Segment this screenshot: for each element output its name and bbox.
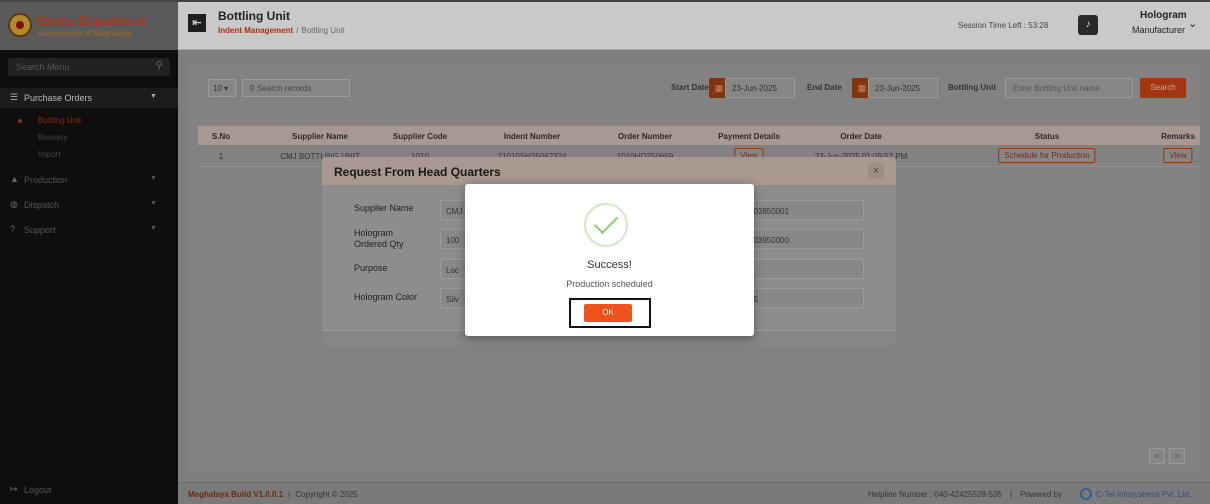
triangle-icon: ▲ (10, 174, 19, 184)
success-dialog: Success! Production scheduled OK (465, 184, 754, 336)
sidebar-item-dispatch[interactable]: ◍ Dispatch ▼ (0, 195, 178, 215)
logout-icon: ↦ (10, 484, 18, 494)
notification-bell-icon[interactable]: ♪ (1078, 15, 1098, 35)
brand-title: Excise Department (38, 14, 147, 28)
chevron-down-icon: ▼ (150, 200, 157, 207)
footer: Meghalaya Build V1.0.0.1 | Copyright © 202… (178, 482, 1210, 504)
column-header: Payment Details (718, 132, 780, 141)
session-timer: Session Time Left : 53:28 (958, 21, 1049, 30)
list-icon: ☰ (10, 92, 19, 102)
close-icon[interactable]: × (868, 163, 884, 179)
footer-separator: | (1010, 490, 1013, 499)
column-header: Supplier Code (392, 132, 448, 141)
pagination-next-button[interactable]: > (1169, 448, 1185, 464)
footer-separator: | (288, 490, 291, 499)
chevron-down-icon: ▼ (150, 93, 157, 100)
active-bullet-icon (18, 119, 22, 123)
search-records-input[interactable]: ⚲ Search records (242, 79, 350, 97)
end-date-input[interactable]: 23-Jun-2025 (868, 78, 938, 98)
modal-header: Request From Head Quarters × (322, 157, 896, 185)
search-records-placeholder: Search records (257, 84, 312, 93)
field-label: Supplier Name (354, 203, 414, 213)
brand-block: Excise Department Government of Meghalay… (0, 2, 178, 50)
end-date-label: End Date (807, 83, 842, 92)
top-header: Excise Department Government of Meghalay… (0, 0, 1210, 50)
schedule-production-button[interactable]: Schedule for Production (998, 148, 1096, 163)
field-value: 003850001 (749, 207, 790, 216)
column-header: Status (1034, 132, 1060, 141)
sidebar-item-label: Purchase Orders (24, 93, 93, 103)
menu-search-input[interactable]: Search Menu ⚲ (8, 58, 170, 76)
search-icon: ⚲ (249, 84, 255, 93)
sidebar-item-label: Production (24, 175, 68, 185)
sidebar-item-purchase-orders[interactable]: ☰ Purchase Orders ▼ (0, 88, 178, 108)
remarks-view-button[interactable]: View (1163, 148, 1193, 163)
success-check-icon (584, 203, 628, 247)
powered-by-label: Powered by (1020, 490, 1063, 499)
breadcrumb-separator: / (296, 26, 299, 35)
logout-button[interactable]: ↦ Logout (0, 480, 178, 500)
bottling-unit-label: Bottling Unit (948, 83, 996, 92)
field-label: Hologram Ordered Qty (354, 228, 404, 249)
sidebar-item-support[interactable]: ? Support ▼ (0, 220, 178, 240)
build-info: Meghalaya Build V1.0.0.1 | Copyright © 202… (188, 490, 358, 499)
column-header: S.No (211, 132, 231, 141)
build-version: Meghalaya Build V1.0.0.1 (188, 490, 284, 499)
breadcrumb-bottling-unit: Bottling Unit (301, 26, 345, 35)
chevron-down-icon: ▼ (150, 225, 157, 232)
column-header: Remarks (1161, 132, 1195, 141)
check-mark-icon (593, 209, 619, 235)
cell-sno: 1 (218, 152, 224, 161)
copyright: Copyright © 2025 (295, 490, 358, 499)
dispatch-icon: ◍ (10, 199, 18, 209)
sidebar-subitem-brewery[interactable]: Brewery (38, 133, 67, 142)
sidebar-item-label: Dispatch (24, 200, 60, 210)
bottling-unit-input[interactable]: Enter Bottling Unit name (1005, 78, 1133, 98)
company-logo-icon (1080, 488, 1092, 500)
table-header: S.No Supplier Name Supplier Code Indent … (198, 125, 1200, 145)
user-role[interactable]: Manufacturer (1132, 25, 1185, 35)
sidebar-subitem-bottling-unit[interactable]: Bottling Unit (38, 116, 81, 125)
right-field: 4 (749, 259, 864, 279)
page-title: Bottling Unit (218, 9, 290, 23)
menu-toggle-icon[interactable]: ⇤ (188, 14, 206, 32)
search-icon: ⚲ (155, 60, 163, 71)
modal-title: Request From Head Quarters (334, 165, 501, 179)
sidebar-subitem-import[interactable]: Import (38, 150, 61, 159)
success-message: Production scheduled (566, 279, 653, 289)
company-link[interactable]: C-Tel Infosystems Pvt. Ltd. (1096, 490, 1191, 499)
success-title: Success! (587, 259, 632, 271)
menu-search-placeholder: Search Menu (16, 62, 70, 72)
breadcrumb: Indent Management / Bottling Unit (218, 26, 345, 35)
breadcrumb-indent-management[interactable]: Indent Management (218, 26, 293, 35)
start-date-label: Start Date (671, 83, 709, 92)
chevron-down-icon: ▼ (150, 175, 157, 182)
sidebar-item-production[interactable]: ▲ Production ▼ (0, 170, 178, 190)
page-size-value: 10 (213, 84, 222, 93)
serial-from-field: 003850001 (749, 200, 864, 220)
helpline-number: Helpline Number : 040-42425528-535 (868, 490, 1002, 499)
chevron-down-icon[interactable]: ⌄ (1188, 17, 1197, 30)
user-name[interactable]: Hologram (1140, 10, 1187, 21)
column-header: Supplier Name (291, 132, 349, 141)
logout-label: Logout (24, 485, 52, 495)
department-logo (8, 13, 32, 37)
field-label: Purpose (354, 263, 388, 273)
brand-subtitle: Government of Meghalaya (38, 29, 133, 38)
serial-to-field: 003950000 (749, 229, 864, 249)
search-button[interactable]: Search (1140, 78, 1186, 98)
right-field: 25 (749, 288, 864, 308)
column-header: Order Date (840, 132, 882, 141)
column-header: Order Number (617, 132, 673, 141)
column-header: Indent Number (503, 132, 561, 141)
field-value: 003950000 (749, 236, 790, 245)
help-icon: ? (10, 224, 16, 234)
page-size-select[interactable]: 10 ▾ (208, 79, 236, 97)
field-label: Hologram Color (354, 292, 418, 302)
sidebar-item-label: Support (24, 225, 56, 235)
sidebar: Search Menu ⚲ ☰ Purchase Orders ▼ Bottli… (0, 50, 178, 504)
start-date-input[interactable]: 23-Jun-2025 (725, 78, 795, 98)
pagination-prev-button[interactable]: < (1149, 448, 1165, 464)
ok-button[interactable]: OK (584, 304, 632, 322)
